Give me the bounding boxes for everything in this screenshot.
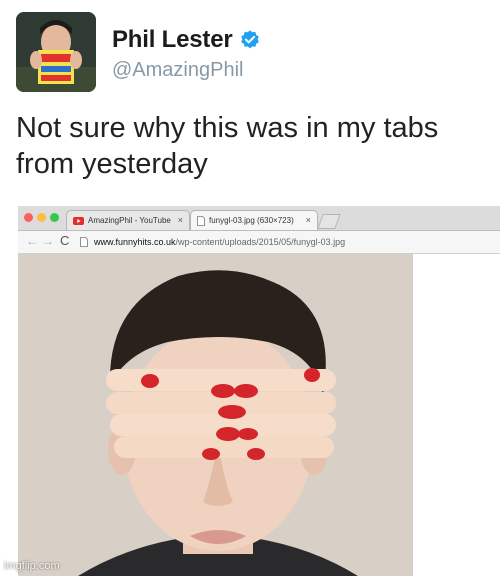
page-icon (80, 236, 88, 247)
new-tab-button[interactable] (317, 214, 341, 229)
browser-toolbar: ← → C www.funnyhits.co.uk/wp-content/upl… (18, 231, 500, 254)
displayed-photo (18, 254, 413, 576)
reload-icon[interactable]: C (60, 233, 69, 248)
url-host: www.funnyhits.co.uk (94, 236, 176, 247)
avatar-image (16, 12, 96, 92)
back-arrow-icon[interactable]: ← (26, 234, 38, 248)
tab-image[interactable]: funygl-03.jpg (630×723) × (190, 210, 318, 230)
verified-badge-icon (240, 30, 259, 49)
tweet-text-line: from yesterday (16, 148, 208, 180)
tab-label: AmazingPhil - YouTube (88, 216, 171, 225)
tab-youtube[interactable]: AmazingPhil - YouTube × (66, 210, 190, 230)
tab-close-icon[interactable]: × (178, 215, 183, 225)
tweet-header: Phil Lester @AmazingPhil (16, 12, 486, 94)
tab-close-icon[interactable]: × (306, 215, 311, 225)
document-icon (197, 215, 205, 226)
browser-screenshot: AmazingPhil - YouTube × funygl-03.jpg (6… (18, 206, 500, 576)
imgflip-watermark: imgflip.com (4, 560, 60, 572)
minimize-window-icon[interactable] (37, 213, 46, 222)
display-name[interactable]: Phil Lester (112, 26, 233, 54)
tweet-text-line: Not sure why this was in my tabs (16, 112, 439, 144)
name-row: Phil Lester (112, 26, 261, 54)
tab-bar: AmazingPhil - YouTube × funygl-03.jpg (6… (18, 206, 500, 231)
hands-over-eyes (106, 368, 336, 460)
forward-arrow-icon[interactable]: → (42, 234, 54, 248)
youtube-icon (73, 216, 84, 225)
tweet-text: Not sure why this was in my tabs from ye… (16, 110, 486, 182)
browser-viewport (18, 254, 500, 576)
avatar[interactable] (16, 12, 96, 92)
tab-label: funygl-03.jpg (630×723) (209, 216, 294, 225)
user-handle[interactable]: @AmazingPhil (112, 59, 243, 82)
close-window-icon[interactable] (24, 213, 33, 222)
address-bar[interactable]: www.funnyhits.co.uk/wp-content/uploads/2… (80, 234, 490, 249)
maximize-window-icon[interactable] (50, 213, 59, 222)
url-path: /wp-content/uploads/2015/05/funygl-03.jp… (175, 236, 346, 247)
